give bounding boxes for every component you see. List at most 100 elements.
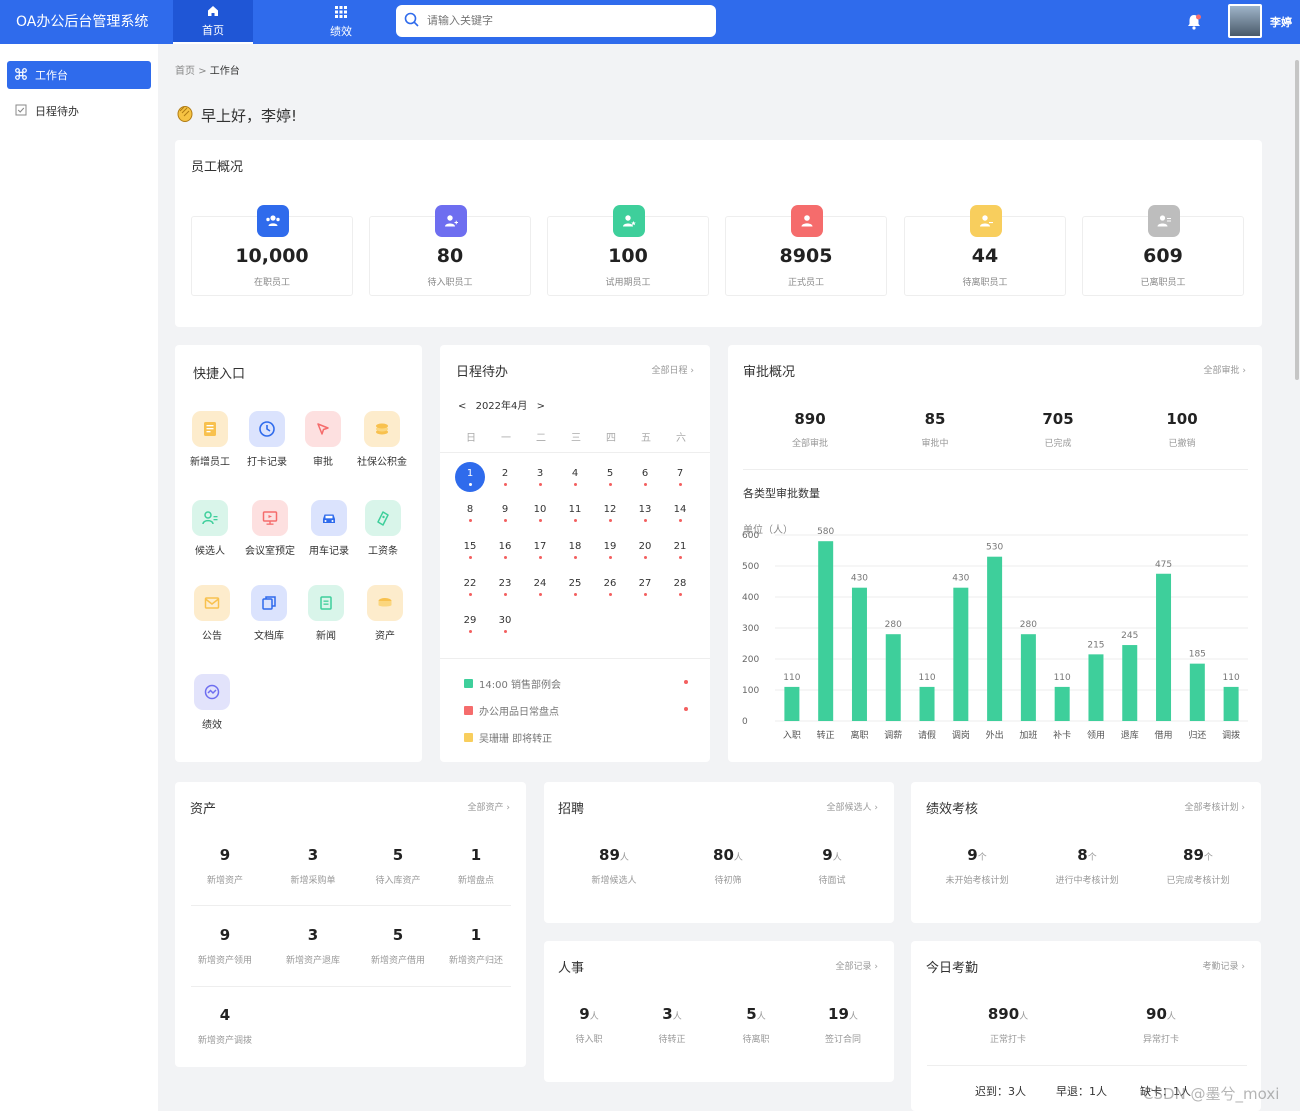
hr-stat[interactable]: 5人 待离职	[721, 1005, 791, 1045]
day-number: 17	[533, 541, 547, 552]
calendar-day[interactable]: 29	[455, 609, 485, 639]
next-month-button[interactable]: >	[537, 401, 545, 412]
asset-stat[interactable]: 3 新增采购单	[273, 846, 353, 886]
calendar-day[interactable]: 10	[525, 498, 555, 528]
event-item[interactable]: 吴珊珊 即将转正	[464, 730, 688, 745]
quick-announcement[interactable]: 公告	[182, 585, 242, 642]
calendar-day[interactable]: 3	[525, 462, 555, 492]
all-assets-link[interactable]: 全部资产 ›	[468, 800, 510, 813]
approval-stat[interactable]: 890 全部审批	[750, 410, 870, 449]
quick-add-employee[interactable]: 新增员工	[180, 411, 240, 468]
approval-stat[interactable]: 100 已撤销	[1122, 410, 1242, 449]
calendar-day[interactable]: 9	[490, 498, 520, 528]
quick-performance[interactable]: 绩效	[182, 674, 242, 731]
calendar-day[interactable]: 7	[665, 462, 695, 492]
calendar-day[interactable]: 20	[630, 535, 660, 565]
approval-stat[interactable]: 85 审批中	[875, 410, 995, 449]
calendar-day[interactable]: 30	[490, 609, 520, 639]
approval-stat[interactable]: 705 已完成	[998, 410, 1118, 449]
sidebar-item-workbench[interactable]: 工作台	[7, 61, 151, 89]
quick-payslip[interactable]: 工资条	[353, 500, 413, 557]
hr-stat[interactable]: 19人 签订合同	[808, 1005, 878, 1045]
calendar-day[interactable]: 15	[455, 535, 485, 565]
calendar-day[interactable]: 24	[525, 572, 555, 602]
nav-performance[interactable]: 绩效	[301, 0, 381, 44]
search-input[interactable]	[427, 15, 707, 27]
calendar-day[interactable]: 27	[630, 572, 660, 602]
calendar-day[interactable]: 22	[455, 572, 485, 602]
calendar-day[interactable]: 13	[630, 498, 660, 528]
calendar-day[interactable]: 19	[595, 535, 625, 565]
all-records-link[interactable]: 全部记录 ›	[836, 959, 878, 972]
all-candidates-link[interactable]: 全部候选人 ›	[827, 800, 878, 813]
calendar-day[interactable]: 12	[595, 498, 625, 528]
quick-clock-records[interactable]: 打卡记录	[237, 411, 297, 468]
scrollbar-thumb[interactable]	[1295, 60, 1299, 380]
calendar-day[interactable]: 16	[490, 535, 520, 565]
calendar-day[interactable]: 11	[560, 498, 590, 528]
performance-stat[interactable]: 9个 未开始考核计划	[932, 846, 1022, 886]
quick-candidates[interactable]: 候选人	[180, 500, 240, 557]
hr-stat[interactable]: 3人 待转正	[637, 1005, 707, 1045]
calendar-day[interactable]: 6	[630, 462, 660, 492]
calendar-day[interactable]: 25	[560, 572, 590, 602]
calendar-day[interactable]: 2	[490, 462, 520, 492]
breadcrumb-home[interactable]: 首页	[175, 66, 195, 77]
calendar-day[interactable]: 1	[455, 462, 485, 492]
sidebar-item-schedule[interactable]: 日程待办	[7, 97, 151, 125]
quick-approval[interactable]: 审批	[293, 411, 353, 468]
quick-document-library[interactable]: 文档库	[239, 585, 299, 642]
attendance-stat[interactable]: 90人 异常打卡	[1116, 1005, 1206, 1045]
calendar-day[interactable]: 26	[595, 572, 625, 602]
attendance-records-link[interactable]: 考勤记录 ›	[1203, 959, 1245, 972]
quick-news[interactable]: 新闻	[296, 585, 356, 642]
calendar-day[interactable]: 8	[455, 498, 485, 528]
stat-probation[interactable]: 100 试用期员工	[547, 205, 709, 296]
scrollbar[interactable]	[1294, 60, 1300, 1111]
calendar-day[interactable]: 5	[595, 462, 625, 492]
quick-assets[interactable]: 资产	[355, 585, 415, 642]
calendar-day[interactable]: 4	[560, 462, 590, 492]
asset-stat[interactable]: 9 新增资产领用	[185, 926, 265, 966]
asset-stat[interactable]: 5 待入库资产	[358, 846, 438, 886]
quick-meeting-room[interactable]: 会议室预定	[240, 500, 300, 557]
asset-stat[interactable]: 5 新增资产借用	[358, 926, 438, 966]
stat-regular-employees[interactable]: 8905 正式员工	[725, 205, 887, 296]
stat-pending-onboard[interactable]: 80 待入职员工	[369, 205, 531, 296]
calendar-day[interactable]: 23	[490, 572, 520, 602]
calendar-day[interactable]: 14	[665, 498, 695, 528]
performance-stat[interactable]: 8个 进行中考核计划	[1042, 846, 1132, 886]
card-title: 审批概况	[743, 365, 796, 380]
performance-stat[interactable]: 89个 已完成考核计划	[1153, 846, 1243, 886]
calendar-day[interactable]: 21	[665, 535, 695, 565]
recruit-stat[interactable]: 89人 新增候选人	[569, 846, 659, 886]
user-name[interactable]: 李婷	[1270, 14, 1292, 30]
calendar-day[interactable]: 28	[665, 572, 695, 602]
stat-active-employees[interactable]: 10,000 在职员工	[191, 205, 353, 296]
recruit-stat[interactable]: 80人 待初筛	[683, 846, 773, 886]
all-schedule-link[interactable]: 全部日程 ›	[652, 363, 694, 376]
prev-month-button[interactable]: <	[458, 401, 466, 412]
asset-stat[interactable]: 4 新增资产调拨	[185, 1006, 265, 1046]
bell-icon[interactable]	[1186, 13, 1202, 34]
nav-home[interactable]: 首页	[173, 0, 253, 44]
stat-resigned[interactable]: 609 已离职员工	[1082, 205, 1244, 296]
asset-stat[interactable]: 3 新增资产退库	[273, 926, 353, 966]
asset-stat[interactable]: 1 新增盘点	[436, 846, 516, 886]
quick-social-security[interactable]: 社保公积金	[352, 411, 412, 468]
asset-stat[interactable]: 9 新增资产	[185, 846, 265, 886]
avatar[interactable]	[1228, 4, 1262, 38]
calendar-day[interactable]: 18	[560, 535, 590, 565]
event-item[interactable]: 办公用品日常盘点	[464, 703, 688, 718]
calendar-day[interactable]: 17	[525, 535, 555, 565]
hr-stat[interactable]: 9人 待入职	[554, 1005, 624, 1045]
all-approval-link[interactable]: 全部审批 ›	[1204, 363, 1246, 376]
attendance-stat[interactable]: 890人 正常打卡	[963, 1005, 1053, 1045]
x-tick-label: 补卡	[1053, 729, 1071, 741]
all-plans-link[interactable]: 全部考核计划 ›	[1185, 800, 1245, 813]
asset-stat[interactable]: 1 新增资产归还	[436, 926, 516, 966]
quick-vehicle-records[interactable]: 用车记录	[299, 500, 359, 557]
stat-pending-leave[interactable]: 44 待离职员工	[904, 205, 1066, 296]
recruit-stat[interactable]: 9人 待面试	[787, 846, 877, 886]
event-item[interactable]: 14:00 销售部例会	[464, 676, 688, 691]
